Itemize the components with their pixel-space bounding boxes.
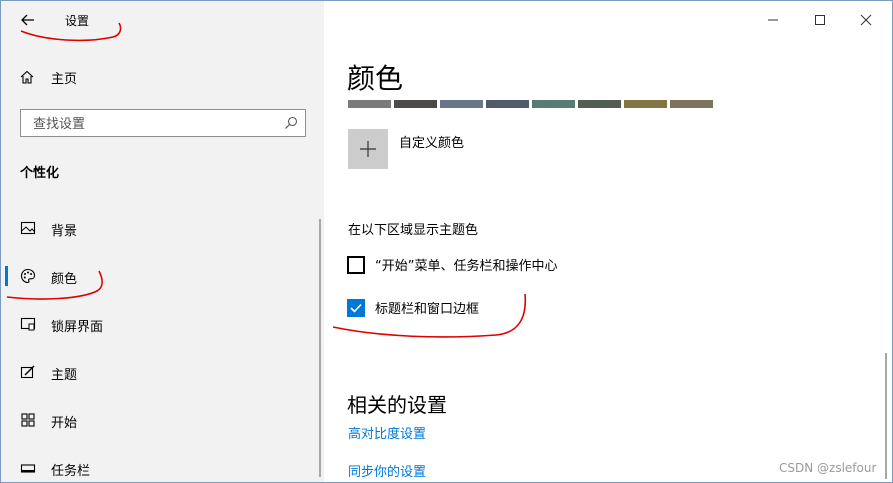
search-input[interactable] bbox=[31, 114, 285, 134]
sidebar-item-label: 颜色 bbox=[51, 272, 78, 287]
close-button[interactable] bbox=[854, 9, 878, 31]
checkbox[interactable] bbox=[347, 298, 365, 317]
maximize-button[interactable] bbox=[808, 9, 832, 31]
window-title: 设置 bbox=[65, 14, 90, 28]
main-scrollbar[interactable] bbox=[885, 353, 887, 479]
accent-surfaces-title: 在以下区域显示主题色 bbox=[348, 223, 479, 238]
sidebar-item-label: 主页 bbox=[51, 71, 78, 87]
start-icon bbox=[21, 413, 35, 427]
selection-indicator bbox=[5, 266, 8, 286]
watermark: CSDN @zslefour bbox=[779, 461, 877, 475]
related-settings-title: 相关的设置 bbox=[347, 393, 447, 417]
checkbox[interactable] bbox=[347, 255, 365, 274]
color-swatch[interactable] bbox=[624, 100, 667, 108]
custom-color-button[interactable] bbox=[348, 129, 388, 169]
sidebar-item-start[interactable]: 开始 bbox=[1, 404, 319, 436]
search-box[interactable] bbox=[20, 109, 306, 137]
back-button[interactable] bbox=[17, 9, 39, 31]
custom-color-label: 自定义颜色 bbox=[399, 136, 465, 151]
close-icon bbox=[860, 14, 872, 26]
page-title: 颜色 bbox=[347, 62, 404, 95]
plus-icon bbox=[360, 141, 376, 157]
sidebar-item-label: 锁屏界面 bbox=[51, 320, 104, 335]
color-swatch[interactable] bbox=[532, 100, 575, 108]
link-high-contrast[interactable]: 高对比度设置 bbox=[348, 423, 426, 442]
theme-icon bbox=[20, 365, 35, 379]
minimize-icon bbox=[768, 19, 778, 21]
sidebar-item-label: 背景 bbox=[51, 224, 78, 239]
color-swatch[interactable] bbox=[670, 100, 713, 108]
minimize-button[interactable] bbox=[761, 9, 785, 31]
color-swatch[interactable] bbox=[486, 100, 529, 108]
sidebar-item-label: 开始 bbox=[51, 416, 78, 431]
back-arrow-icon bbox=[21, 14, 34, 26]
home-icon bbox=[20, 70, 34, 84]
checkbox-label: “开始”菜单、任务栏和操作中心 bbox=[375, 259, 558, 274]
color-swatch[interactable] bbox=[578, 100, 621, 108]
checkbox-title-bars[interactable]: 标题栏和窗口边框 bbox=[347, 298, 479, 317]
color-swatch[interactable] bbox=[440, 100, 483, 108]
sidebar-item-lock-screen[interactable]: 锁屏界面 bbox=[1, 308, 319, 340]
recent-colors bbox=[348, 100, 716, 108]
link-sync-settings[interactable]: 同步你的设置 bbox=[348, 461, 426, 480]
sidebar-item-colors[interactable]: 颜色 bbox=[1, 260, 319, 292]
checkbox-start-taskbar[interactable]: “开始”菜单、任务栏和操作中心 bbox=[347, 255, 557, 274]
sidebar-item-themes[interactable]: 主题 bbox=[1, 356, 319, 388]
checkmark-icon bbox=[350, 303, 362, 313]
palette-icon bbox=[20, 268, 36, 284]
sidebar-item-label: 任务栏 bbox=[51, 464, 91, 479]
image-icon bbox=[20, 221, 36, 235]
section-title: 个性化 bbox=[20, 166, 60, 181]
lock-screen-icon bbox=[20, 317, 36, 331]
sidebar-item-label: 主题 bbox=[51, 368, 78, 383]
color-swatch[interactable] bbox=[394, 100, 437, 108]
search-icon[interactable] bbox=[283, 115, 299, 131]
sidebar-item-home[interactable]: 主页 bbox=[19, 65, 309, 89]
maximize-icon bbox=[815, 15, 825, 25]
sidebar: 设置 主页 个性化 背景 颜色 锁屏界面 主题 bbox=[1, 1, 324, 482]
sidebar-scrollbar[interactable] bbox=[319, 219, 321, 477]
settings-window: 设置 主页 个性化 背景 颜色 锁屏界面 主题 bbox=[0, 0, 893, 483]
sidebar-item-background[interactable]: 背景 bbox=[1, 212, 319, 244]
taskbar-icon bbox=[20, 464, 36, 473]
checkbox-label: 标题栏和窗口边框 bbox=[375, 302, 480, 317]
sidebar-item-taskbar[interactable]: 任务栏 bbox=[1, 452, 319, 482]
color-swatch[interactable] bbox=[348, 100, 391, 108]
